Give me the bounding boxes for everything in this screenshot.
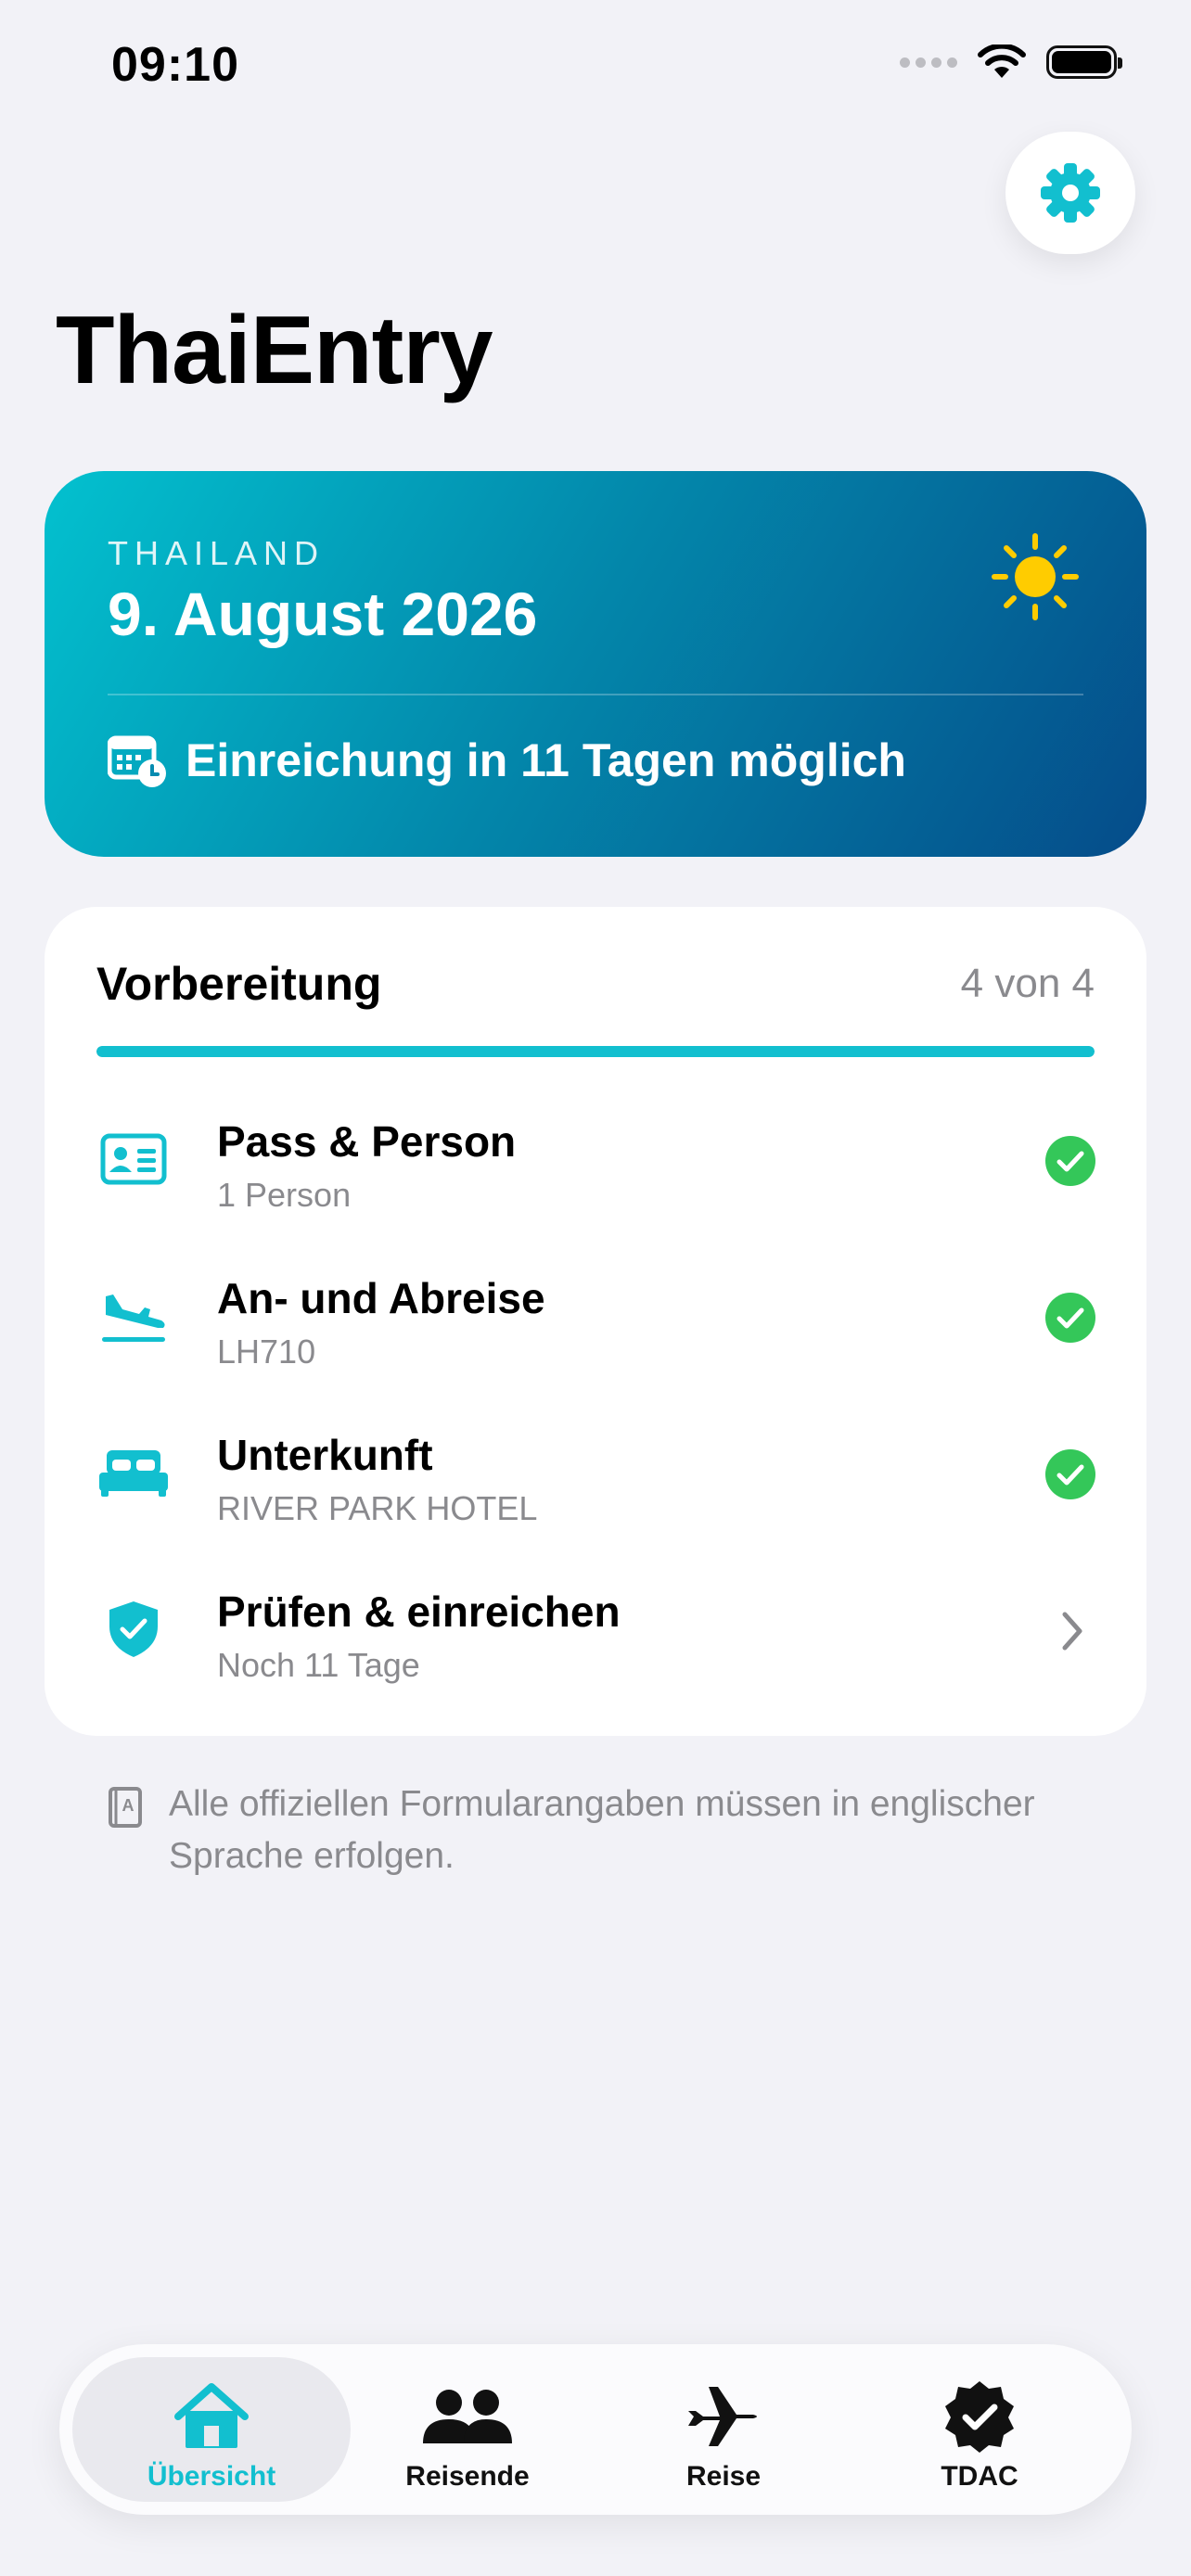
airplane-icon [688,2387,757,2446]
checklist-item-review-submit[interactable]: Prüfen & einreichen Noch 11 Tage [45,1553,1146,1709]
submission-note: Einreichung in 11 Tagen möglich [186,734,906,786]
checklist-item-title: Pass & Person [217,1117,517,1166]
checkmark-circle-icon [1045,1293,1095,1343]
calendar-clock-icon [108,735,166,787]
submission-info: Einreichung in 11 Tagen möglich [108,733,906,788]
checklist-item-title: Prüfen & einreichen [217,1588,621,1636]
svg-text:A: A [122,1796,134,1815]
tab-label: TDAC [941,2461,1018,2492]
cellular-signal-icon [900,57,957,68]
settings-button[interactable] [1005,132,1135,254]
info-note-text: Alle offiziellen Formularangaben müssen … [169,1784,1035,1876]
tab-label: Übersicht [147,2461,276,2492]
checklist-item-accommodation[interactable]: Unterkunft RIVER PARK HOTEL [45,1396,1146,1552]
battery-icon [1046,45,1122,79]
checklist-item-title: An- und Abreise [217,1274,545,1322]
tab-label: Reisende [405,2461,530,2492]
checklist-item-subtitle: Noch 11 Tage [217,1646,420,1684]
checklist-item-subtitle: RIVER PARK HOTEL [217,1489,538,1527]
checkmark-circle-icon [1045,1136,1095,1186]
seal-check-icon [945,2381,1014,2453]
preparation-card: Vorbereitung 4 von 4 Pass & Person 1 Per… [45,907,1146,1736]
hero-divider [108,694,1083,695]
tab-tdac[interactable]: TDAC [840,2357,1119,2502]
checklist-item-passport[interactable]: Pass & Person 1 Person [45,1083,1146,1239]
checklist-item-subtitle: LH710 [217,1333,316,1371]
people-icon [423,2390,512,2443]
progress-fill [96,1046,1095,1057]
dictionary-icon: A [109,1787,142,1828]
status-icons [900,45,1122,80]
preparation-title: Vorbereitung [96,958,382,1010]
arrival-date: 9. August 2026 [108,580,538,648]
checklist-item-subtitle: 1 Person [217,1176,352,1214]
preparation-progress-bar [96,1046,1095,1057]
sun-icon [992,533,1079,620]
plane-arrival-icon [102,1294,165,1342]
status-time: 09:10 [111,38,239,92]
tab-trip[interactable]: Reise [584,2357,863,2502]
chevron-right-icon [1062,1612,1082,1651]
tab-overview[interactable]: Übersicht [72,2357,351,2502]
page-title: ThaiEntry [56,297,493,404]
checklist-item-flights[interactable]: An- und Abreise LH710 [45,1240,1146,1396]
destination-country: THAILAND [108,534,326,572]
tab-bar: Übersicht Reisende Reise TDAC [59,2344,1132,2515]
preparation-count: 4 von 4 [960,961,1095,1006]
status-bar: 09:10 [0,0,1191,130]
checkmark-circle-icon [1045,1449,1095,1499]
checklist-item-title: Unterkunft [217,1431,433,1479]
gear-icon [1041,163,1100,223]
house-icon [174,2383,249,2448]
shield-check-icon [109,1601,158,1657]
trip-hero-card[interactable]: THAILAND 9. August 2026 Einreichung in 1… [45,471,1146,857]
wifi-icon [978,45,1026,78]
bed-icon [99,1450,168,1497]
tab-label: Reise [685,2461,762,2492]
id-card-icon [100,1133,167,1185]
tab-travelers[interactable]: Reisende [328,2357,607,2502]
